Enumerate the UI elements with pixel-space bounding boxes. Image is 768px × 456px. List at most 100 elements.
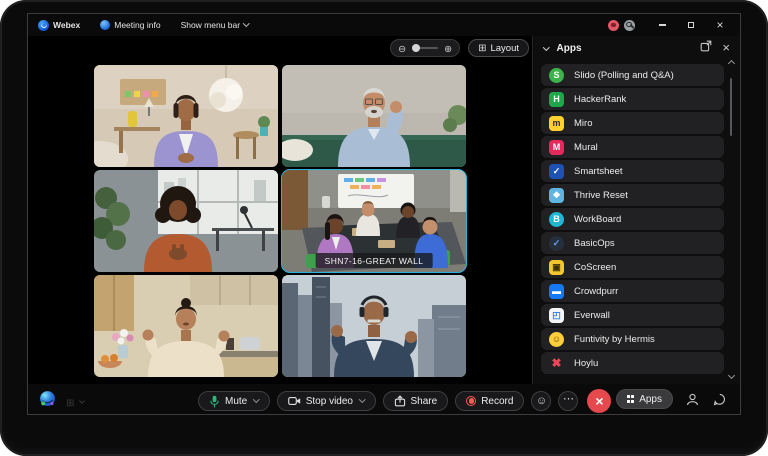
- dimmed-layout-control: [66, 393, 84, 411]
- apps-grid-icon: [627, 395, 634, 402]
- webex-meeting-window: Webex Meeting info Show menu bar: [27, 13, 741, 415]
- participant-video: [94, 65, 278, 167]
- record-button[interactable]: Record: [455, 391, 524, 411]
- everwall-icon: ◰: [549, 308, 564, 323]
- stage-controls: Layout: [390, 39, 529, 57]
- microphone-icon: [209, 395, 220, 408]
- device-frame: Webex Meeting info Show menu bar: [0, 0, 768, 456]
- maximize-icon: [688, 22, 695, 29]
- video-tile-participant-4[interactable]: [94, 275, 278, 377]
- show-menu-bar-label: Show menu bar: [181, 20, 241, 30]
- zoom-in-icon[interactable]: [444, 39, 452, 57]
- chat-button[interactable]: [711, 389, 727, 409]
- layout-grid-icon: [478, 43, 486, 54]
- reactions-button[interactable]: [531, 391, 551, 411]
- camera-icon: [288, 396, 301, 406]
- dim-grid-icon: [66, 393, 74, 411]
- control-bar: Mute Stop video Share Record: [28, 384, 740, 414]
- workboard-icon: B: [549, 212, 564, 227]
- leave-meeting-button[interactable]: [587, 389, 611, 413]
- chevron-down-icon: [253, 396, 259, 402]
- meeting-info-icon: [100, 20, 110, 30]
- app-list-item[interactable]: B WorkBoard: [541, 208, 724, 230]
- close-panel-icon[interactable]: [722, 39, 730, 57]
- app-list-item[interactable]: ▬ Crowdpurr: [541, 280, 724, 302]
- brand-label: Webex: [53, 20, 80, 30]
- scrollbar-thumb[interactable]: [730, 78, 732, 136]
- meeting-info-button[interactable]: Meeting info: [100, 20, 160, 30]
- record-button-label: Record: [481, 396, 513, 407]
- app-list-item[interactable]: ✖ Hoylu: [541, 352, 724, 374]
- crowdpurr-icon: ▬: [549, 284, 564, 299]
- apps-panel-actions: [700, 39, 730, 57]
- show-menu-bar-button[interactable]: Show menu bar: [181, 20, 249, 30]
- share-icon: [394, 395, 406, 407]
- apps-button[interactable]: Apps: [616, 389, 673, 409]
- maximize-button[interactable]: [679, 14, 703, 36]
- mural-icon: M: [549, 140, 564, 155]
- stop-video-button[interactable]: Stop video: [277, 391, 376, 411]
- video-tile-participant-3[interactable]: [94, 170, 278, 272]
- zoom-out-icon[interactable]: [398, 39, 406, 57]
- participants-button[interactable]: [684, 389, 700, 409]
- app-list-item[interactable]: S Slido (Polling and Q&A): [541, 64, 724, 86]
- hoylu-icon: ✖: [549, 356, 564, 371]
- apps-panel-title: Apps: [557, 43, 582, 54]
- hackerrank-icon: H: [549, 92, 564, 107]
- smartsheet-icon: ✓: [549, 164, 564, 179]
- room-name-label: SHN7-16-GREAT WALL: [316, 253, 433, 268]
- scroll-up-icon[interactable]: [728, 60, 735, 67]
- video-tile-participant-1[interactable]: [94, 65, 278, 167]
- app-list-item[interactable]: ✓ BasicOps: [541, 232, 724, 254]
- close-window-button[interactable]: [708, 14, 732, 36]
- video-grid: SHN7-16-GREAT WALL: [94, 65, 466, 377]
- mute-button-label: Mute: [225, 396, 247, 407]
- app-list-item[interactable]: ▣ CoScreen: [541, 256, 724, 278]
- coscreen-icon: ▣: [549, 260, 564, 275]
- webex-logo-icon: [38, 20, 49, 31]
- video-tile-participant-2[interactable]: [282, 65, 466, 167]
- popout-panel-icon[interactable]: [700, 39, 712, 57]
- webex-brand: Webex: [38, 20, 80, 31]
- titlebar: Webex Meeting info Show menu bar: [28, 14, 740, 36]
- apps-panel-header: Apps: [534, 36, 740, 60]
- slido-icon: S: [549, 68, 564, 83]
- meeting-info-label: Meeting info: [114, 20, 160, 30]
- participant-video: [282, 65, 466, 167]
- video-tile-participant-5[interactable]: [282, 275, 466, 377]
- minimize-button[interactable]: [650, 14, 674, 36]
- app-list-item[interactable]: M Mural: [541, 136, 724, 158]
- funtivity-icon: ☺: [549, 332, 564, 347]
- mute-button[interactable]: Mute: [198, 391, 270, 411]
- more-options-button[interactable]: [558, 391, 578, 411]
- recording-indicator-icon: [608, 20, 619, 31]
- video-stage: Layout: [28, 36, 533, 384]
- titlebar-left: Webex Meeting info Show menu bar: [38, 20, 249, 31]
- app-list-item[interactable]: H HackerRank: [541, 88, 724, 110]
- app-list-item[interactable]: ◰ Everwall: [541, 304, 724, 326]
- app-list-item[interactable]: m Miro: [541, 112, 724, 134]
- stop-video-button-label: Stop video: [306, 396, 353, 407]
- app-list-item[interactable]: ☺ Funtivity by Hermis: [541, 328, 724, 350]
- participant-video: [282, 275, 466, 377]
- apps-list: S Slido (Polling and Q&A) H HackerRank m…: [541, 64, 724, 374]
- app-list-item[interactable]: ❖ Thrive Reset: [541, 184, 724, 206]
- video-tile-meeting-room[interactable]: SHN7-16-GREAT WALL: [282, 170, 466, 272]
- participant-video: [94, 275, 278, 377]
- key-indicator-icon: [624, 20, 635, 31]
- scroll-down-icon[interactable]: [728, 372, 735, 379]
- grid-zoom-control[interactable]: [390, 39, 460, 57]
- zoom-slider[interactable]: [412, 47, 438, 49]
- webex-meeting-logo: [39, 390, 56, 412]
- collapse-panel-chevron-icon[interactable]: [543, 44, 549, 50]
- record-icon: [466, 396, 476, 406]
- dim-chevron-icon: [80, 398, 86, 404]
- app-list-item[interactable]: ✓ Smartsheet: [541, 160, 724, 182]
- layout-button[interactable]: Layout: [468, 39, 529, 57]
- share-button[interactable]: Share: [383, 391, 449, 411]
- titlebar-right: [608, 14, 732, 36]
- miro-icon: m: [549, 116, 564, 131]
- apps-button-label: Apps: [639, 394, 662, 405]
- zoom-slider-knob[interactable]: [412, 44, 420, 52]
- layout-button-label: Layout: [490, 43, 519, 54]
